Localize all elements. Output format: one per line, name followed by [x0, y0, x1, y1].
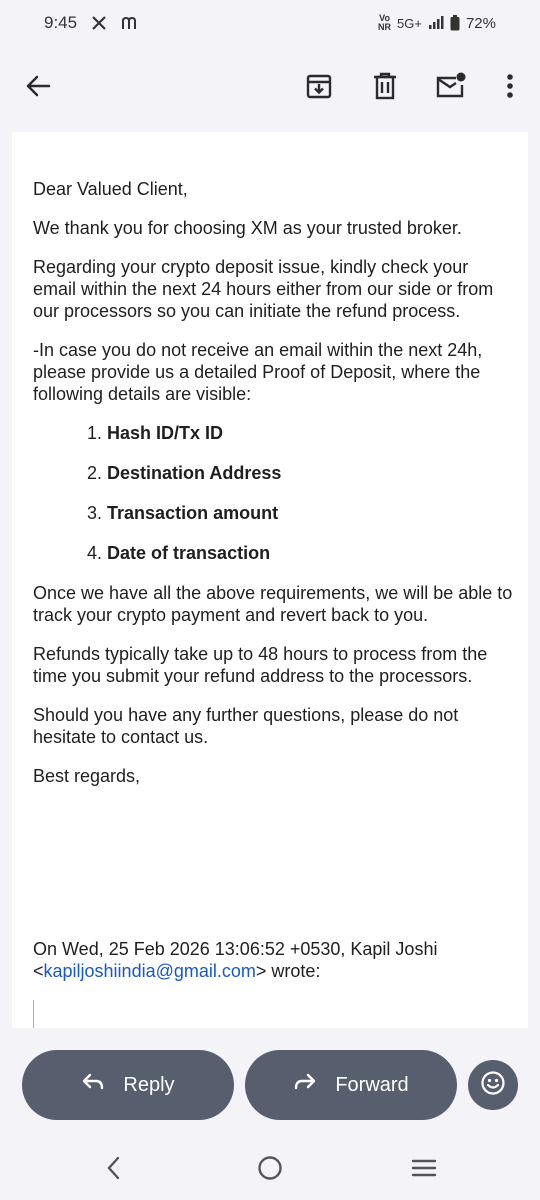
greeting: Dear Valued Client, [33, 179, 188, 199]
paragraph-2: Regarding your crypto deposit issue, kin… [33, 257, 494, 321]
archive-icon [305, 72, 333, 105]
list-item: 4. Date of transaction [87, 543, 271, 563]
paragraph-6: Should you have any further questions, p… [33, 705, 459, 747]
more-options-button[interactable] [486, 64, 534, 112]
chevron-left-icon [106, 1156, 122, 1185]
quoted-header: On Wed, 25 Feb 2026 13:06:52 +0530, Kapi… [33, 939, 438, 981]
reply-button[interactable]: Reply [22, 1050, 234, 1120]
m-icon [121, 16, 137, 30]
forward-icon [293, 1072, 317, 1098]
back-arrow-icon [25, 74, 51, 103]
network-label: 5G+ [397, 15, 422, 31]
emoji-reaction-button[interactable] [468, 1060, 518, 1110]
list-item: 3. Transaction amount [87, 503, 279, 523]
x-logo-icon [91, 15, 107, 31]
message-text: Dear Valued Client, We thank you for cho… [33, 178, 513, 804]
battery-icon [450, 15, 460, 31]
recents-icon [411, 1158, 437, 1183]
paragraph-5: Refunds typically take up to 48 hours to… [33, 644, 488, 686]
top-app-bar [0, 56, 540, 120]
forward-label: Forward [335, 1073, 409, 1096]
forward-button[interactable]: Forward [245, 1050, 457, 1120]
status-time: 9:45 [44, 13, 78, 32]
delete-icon [372, 72, 398, 105]
mark-unread-button[interactable] [427, 64, 475, 112]
list-item: 1. Hash ID/Tx ID [87, 423, 224, 443]
requirements-list: 1. Hash ID/Tx ID 2. Destination Address … [87, 422, 513, 564]
more-vert-icon [506, 73, 514, 104]
message-body: Dear Valued Client, We thank you for cho… [12, 132, 528, 1028]
smiley-icon [480, 1070, 506, 1101]
list-item: 2. Destination Address [87, 463, 282, 483]
signal-icon [428, 16, 444, 30]
vonr-icon: Vo NR [378, 13, 392, 32]
signoff: Best regards, [33, 766, 141, 786]
paragraph-4: Once we have all the above requirements,… [33, 583, 513, 625]
paragraph-3: -In case you do not receive an email wit… [33, 340, 483, 404]
battery-percent: 72% [465, 14, 496, 32]
reply-label: Reply [123, 1073, 175, 1096]
nav-back-button[interactable] [94, 1154, 134, 1186]
paragraph-1: We thank you for choosing XM as your tru… [33, 218, 462, 238]
reply-icon [81, 1072, 105, 1098]
quote-bar [33, 1000, 34, 1028]
back-button[interactable] [14, 64, 62, 112]
nav-home-button[interactable] [250, 1154, 290, 1186]
nav-recents-button[interactable] [404, 1154, 444, 1186]
mark-unread-icon [435, 72, 467, 105]
delete-button[interactable] [361, 64, 409, 112]
status-bar: 9:45 Vo NR 5G+ 72% [0, 0, 540, 46]
home-circle-icon [257, 1155, 283, 1186]
system-nav-bar [0, 1140, 540, 1200]
archive-button[interactable] [295, 64, 343, 112]
sender-email-link[interactable]: kapiljoshiindia@gmail.com [44, 961, 256, 981]
